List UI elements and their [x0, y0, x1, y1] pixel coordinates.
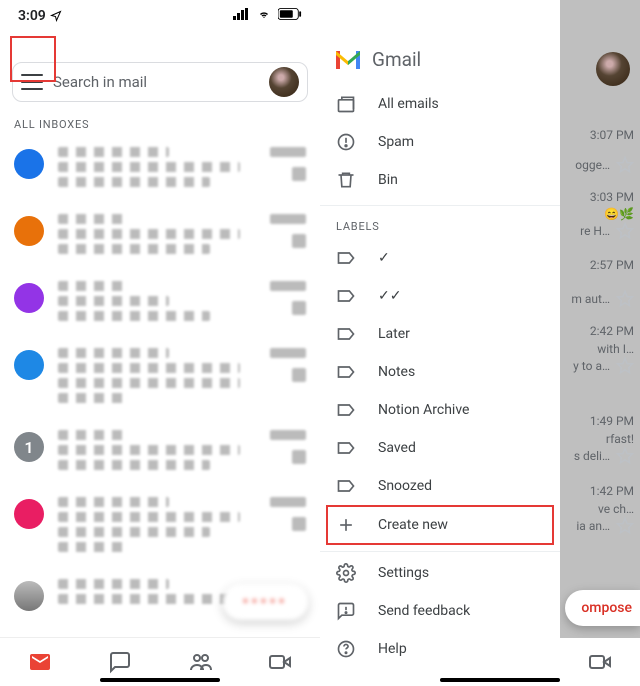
drawer-item-feedback[interactable]: Send feedback: [320, 592, 560, 630]
signal-icon: [233, 8, 249, 20]
star-icon[interactable]: [616, 156, 634, 174]
drawer-header: Gmail: [320, 30, 560, 85]
meet-tab-icon[interactable]: [268, 650, 292, 674]
drawer-item-settings[interactable]: Settings: [320, 554, 560, 592]
label-icon: [336, 324, 356, 344]
sender-avatar: [14, 216, 44, 246]
label-icon: [336, 286, 356, 306]
nav-drawer: Gmail All emails Spam Bin LABELS ✓ ✓✓ La…: [320, 30, 560, 686]
drawer-item-label: Send feedback: [378, 603, 470, 619]
feedback-icon: [336, 601, 356, 621]
label-icon: [336, 400, 356, 420]
hamburger-icon[interactable]: [21, 69, 43, 95]
status-time: 3:09: [18, 8, 46, 24]
location-arrow-icon: [50, 10, 62, 22]
battery-icon: [278, 8, 302, 20]
drawer-label-item[interactable]: ✓: [320, 239, 560, 277]
mail-item[interactable]: [0, 137, 320, 204]
search-placeholder[interactable]: Search in mail: [53, 73, 269, 91]
mail-item[interactable]: 1: [0, 420, 320, 487]
drawer-label-item[interactable]: Snoozed: [320, 467, 560, 505]
drawer-item-spam[interactable]: Spam: [320, 123, 560, 161]
mail-item[interactable]: [0, 487, 320, 569]
drawer-item-label: Create new: [378, 517, 448, 533]
drawer-labels-header: LABELS: [320, 208, 560, 239]
mail-list: 1: [0, 137, 320, 623]
mail-item[interactable]: [0, 204, 320, 271]
spam-icon: [336, 132, 356, 152]
drawer-item-label: Spam: [378, 134, 414, 150]
drawer-create-new[interactable]: Create new: [326, 505, 554, 545]
drawer-label-item[interactable]: Notes: [320, 353, 560, 391]
left-screenshot: 3:09 Search in mail ALL INBOXES: [0, 0, 320, 686]
compose-button-blurred[interactable]: •••••: [223, 584, 308, 620]
drawer-item-label: Saved: [378, 440, 416, 456]
star-icon[interactable]: [616, 290, 634, 308]
label-icon: [336, 248, 356, 268]
drawer-item-bin[interactable]: Bin: [320, 161, 560, 199]
bottom-nav-peek: [560, 638, 640, 686]
drawer-item-label: Notes: [378, 364, 415, 380]
sender-avatar: [14, 581, 44, 611]
sender-avatar: [14, 499, 44, 529]
drawer-item-label: Snoozed: [378, 478, 432, 494]
status-bar: 3:09: [0, 0, 320, 26]
drawer-item-label: ✓: [378, 250, 390, 266]
star-icon[interactable]: [616, 447, 634, 465]
sender-avatar: [14, 149, 44, 179]
meet-tab-icon[interactable]: [588, 650, 612, 674]
star-icon[interactable]: [616, 357, 634, 375]
drawer-label-item[interactable]: Saved: [320, 429, 560, 467]
label-icon: [336, 476, 356, 496]
search-bar[interactable]: Search in mail: [12, 62, 308, 102]
account-avatar[interactable]: [269, 67, 299, 97]
status-right: [230, 8, 302, 24]
drawer-item-label: All emails: [378, 96, 439, 112]
drawer-item-label: Settings: [378, 565, 429, 581]
sender-avatar: 1: [14, 432, 44, 462]
label-icon: [336, 438, 356, 458]
home-indicator: [440, 678, 560, 682]
home-indicator: [100, 678, 220, 682]
drawer-item-label: Later: [378, 326, 410, 342]
chat-tab-icon[interactable]: [108, 650, 132, 674]
drawer-brand: Gmail: [372, 48, 421, 71]
drawer-item-all-emails[interactable]: All emails: [320, 85, 560, 123]
drawer-item-help[interactable]: Help: [320, 630, 560, 668]
gear-icon: [336, 563, 356, 583]
mail-tab-icon[interactable]: [28, 650, 52, 674]
right-screenshot: 3:07 PM ogge… 3:03 PM 😄🌿 re H… 2:57 PM m…: [320, 0, 640, 686]
spaces-tab-icon[interactable]: [188, 650, 212, 674]
sender-avatar: [14, 283, 44, 313]
drawer-item-label: Notion Archive: [378, 402, 469, 418]
wifi-icon: [256, 8, 272, 20]
drawer-label-item[interactable]: ✓✓: [320, 277, 560, 315]
gmail-logo-icon: [336, 51, 360, 69]
drawer-item-label: Help: [378, 641, 407, 657]
help-icon: [336, 639, 356, 659]
drawer-label-item[interactable]: Later: [320, 315, 560, 353]
mail-item[interactable]: [0, 338, 320, 420]
drawer-item-label: Bin: [378, 172, 398, 188]
star-icon[interactable]: [616, 517, 634, 535]
star-icon[interactable]: [616, 222, 634, 240]
mail-item[interactable]: [0, 271, 320, 338]
stack-icon: [336, 94, 356, 114]
plus-icon: [336, 515, 356, 535]
drawer-item-label: ✓✓: [378, 288, 401, 304]
drawer-label-item[interactable]: Notion Archive: [320, 391, 560, 429]
trash-icon: [336, 170, 356, 190]
compose-button-peek[interactable]: ompose: [565, 590, 640, 626]
sender-avatar: [14, 350, 44, 380]
account-avatar[interactable]: [596, 52, 630, 86]
label-icon: [336, 362, 356, 382]
section-header: ALL INBOXES: [0, 110, 320, 137]
